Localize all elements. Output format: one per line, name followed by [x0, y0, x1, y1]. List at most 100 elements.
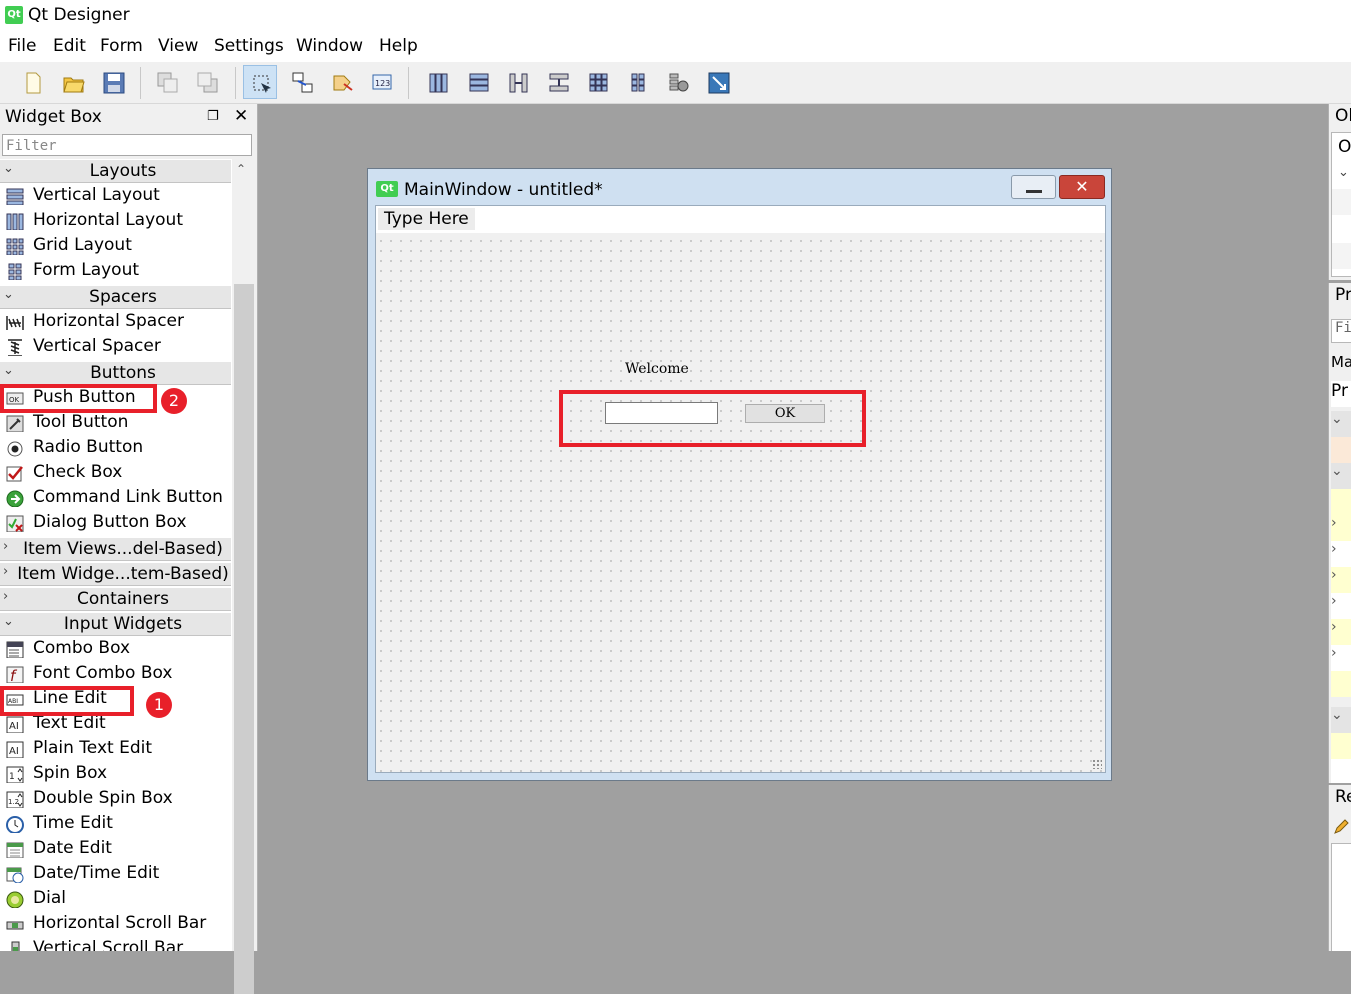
- widget-combo-box[interactable]: Combo Box: [0, 637, 231, 662]
- adjust-size-icon[interactable]: [701, 65, 735, 99]
- form-canvas[interactable]: Type Here Welcome OK: [375, 205, 1106, 773]
- dialog-button-box-icon: [6, 515, 24, 532]
- chevron-right-icon[interactable]: ›: [1331, 619, 1351, 645]
- chevron-right-icon[interactable]: ›: [1331, 515, 1351, 541]
- property-row[interactable]: [1331, 759, 1351, 783]
- property-row[interactable]: [1331, 489, 1351, 515]
- widget-vertical-spacer[interactable]: Vertical Spacer: [0, 335, 231, 360]
- menu-form[interactable]: Form: [100, 36, 143, 56]
- pencil-icon[interactable]: [1333, 819, 1349, 835]
- close-panel-icon[interactable]: ✕: [234, 106, 248, 126]
- property-row[interactable]: [1331, 437, 1351, 463]
- save-form-icon[interactable]: [96, 65, 130, 99]
- minimize-button[interactable]: [1011, 175, 1056, 199]
- toolbar-separator: [140, 67, 141, 99]
- property-object-name: Ma: [1331, 353, 1351, 371]
- menu-window[interactable]: Window: [296, 36, 363, 56]
- close-button[interactable]: ✕: [1059, 175, 1105, 199]
- app-title: Qt Designer: [28, 5, 130, 25]
- horizontal-scroll-bar-icon: [6, 921, 24, 930]
- menu-file[interactable]: File: [8, 36, 36, 56]
- svg-text:AI: AI: [9, 721, 19, 732]
- welcome-label[interactable]: Welcome: [625, 361, 689, 377]
- category-buttons[interactable]: ⌄ Buttons: [0, 361, 231, 385]
- new-form-icon[interactable]: [16, 65, 50, 99]
- type-here-menu[interactable]: Type Here: [378, 208, 475, 230]
- chevron-down-icon[interactable]: ⌄: [1331, 463, 1351, 489]
- widget-radio-button[interactable]: Radio Button: [0, 436, 231, 461]
- form-main-window[interactable]: Qt MainWindow - untitled* ✕ Type Here We…: [367, 168, 1112, 781]
- widget-date-time-edit[interactable]: Date/Time Edit: [0, 862, 231, 887]
- lay-out-horizontally-splitter-icon[interactable]: [501, 65, 535, 99]
- edit-signals-slots-icon[interactable]: [285, 65, 319, 99]
- widget-dial[interactable]: Dial: [0, 887, 231, 912]
- property-row[interactable]: [1331, 733, 1351, 759]
- chevron-down-icon[interactable]: ⌄: [1338, 165, 1349, 180]
- widget-tool-button[interactable]: Tool Button: [0, 411, 231, 436]
- scrollbar-thumb[interactable]: [234, 284, 254, 994]
- chevron-down-icon[interactable]: ⌄: [1331, 707, 1351, 733]
- widget-vertical-layout[interactable]: Vertical Layout: [0, 184, 231, 209]
- vertical-spacer-icon: [8, 339, 22, 356]
- widget-horizontal-scroll-bar[interactable]: Horizontal Scroll Bar: [0, 912, 231, 937]
- category-input-widgets[interactable]: ⌄ Input Widgets: [0, 612, 231, 636]
- object-tree[interactable]: O ⌄: [1331, 132, 1351, 277]
- text-edit-icon: AI: [6, 716, 24, 733]
- menu-settings[interactable]: Settings: [214, 36, 284, 56]
- edit-widgets-icon[interactable]: [243, 65, 277, 99]
- lay-out-vertically-splitter-icon[interactable]: [541, 65, 575, 99]
- clock-icon: [6, 816, 24, 833]
- widget-filter-input[interactable]: Filter: [2, 134, 252, 156]
- vertical-layout-icon: [6, 188, 24, 205]
- widget-box-title: Widget Box: [5, 107, 102, 127]
- chevron-right-icon[interactable]: ›: [1331, 593, 1351, 619]
- widget-vertical-scroll-bar[interactable]: Vertical Scroll Bar: [0, 937, 231, 951]
- object-tree-row[interactable]: [1332, 189, 1351, 215]
- widget-check-box[interactable]: Check Box: [0, 461, 231, 486]
- lay-out-vertically-icon[interactable]: [461, 65, 495, 99]
- widget-horizontal-spacer[interactable]: Horizontal Spacer: [0, 310, 231, 335]
- property-header: Pr: [1331, 381, 1351, 407]
- scroll-up-icon[interactable]: ⌃: [236, 162, 246, 176]
- lay-out-grid-icon[interactable]: [581, 65, 615, 99]
- widget-time-edit[interactable]: Time Edit: [0, 812, 231, 837]
- widget-dialog-button-box[interactable]: Dialog Button Box: [0, 511, 231, 536]
- resize-grip-icon[interactable]: [1092, 759, 1102, 769]
- object-tree-row[interactable]: [1332, 243, 1351, 269]
- menu-help[interactable]: Help: [379, 36, 418, 56]
- widget-grid-layout[interactable]: Grid Layout: [0, 234, 231, 259]
- widget-plain-text-edit[interactable]: AI Plain Text Edit: [0, 737, 231, 762]
- menu-view[interactable]: View: [158, 36, 198, 56]
- menu-edit[interactable]: Edit: [53, 36, 86, 56]
- widget-horizontal-layout[interactable]: Horizontal Layout: [0, 209, 231, 234]
- bring-to-front-icon[interactable]: [190, 65, 224, 99]
- edit-buddies-icon[interactable]: [325, 65, 359, 99]
- category-spacers[interactable]: ⌄ Spacers: [0, 285, 231, 309]
- widget-double-spin-box[interactable]: 1.2 Double Spin Box: [0, 787, 231, 812]
- category-item-views[interactable]: › Item Views...del-Based): [0, 537, 231, 561]
- edit-tab-order-icon[interactable]: 123: [365, 65, 399, 99]
- open-form-icon[interactable]: [56, 65, 90, 99]
- chevron-right-icon[interactable]: ›: [1331, 541, 1351, 567]
- break-layout-icon[interactable]: [661, 65, 695, 99]
- chevron-down-icon[interactable]: ⌄: [1331, 411, 1351, 437]
- float-panel-icon[interactable]: ❐: [207, 109, 219, 124]
- property-row[interactable]: [1331, 671, 1351, 697]
- category-item-widgets[interactable]: › Item Widge...tem-Based): [0, 562, 231, 586]
- widget-font-combo-box[interactable]: f Font Combo Box: [0, 662, 231, 687]
- resource-tree[interactable]: [1331, 843, 1351, 951]
- property-filter-input[interactable]: Fi: [1331, 319, 1351, 343]
- menubar: File Edit Form View Settings Window Help: [0, 32, 1351, 62]
- widget-command-link-button[interactable]: Command Link Button: [0, 486, 231, 511]
- category-containers[interactable]: › Containers: [0, 587, 231, 611]
- widget-date-edit[interactable]: Date Edit: [0, 837, 231, 862]
- send-to-back-icon[interactable]: [150, 65, 184, 99]
- lay-out-horizontally-icon[interactable]: [421, 65, 455, 99]
- widget-spin-box[interactable]: 1 Spin Box: [0, 762, 231, 787]
- chevron-right-icon[interactable]: ›: [1331, 645, 1351, 671]
- category-layouts[interactable]: ⌄ Layouts: [0, 159, 231, 183]
- widget-form-layout[interactable]: Form Layout: [0, 259, 231, 284]
- lay-out-form-icon[interactable]: [621, 65, 655, 99]
- widget-box-panel: Widget Box ❐ ✕ Filter ⌄ Layouts Vertical …: [0, 104, 258, 994]
- chevron-right-icon[interactable]: ›: [1331, 567, 1351, 593]
